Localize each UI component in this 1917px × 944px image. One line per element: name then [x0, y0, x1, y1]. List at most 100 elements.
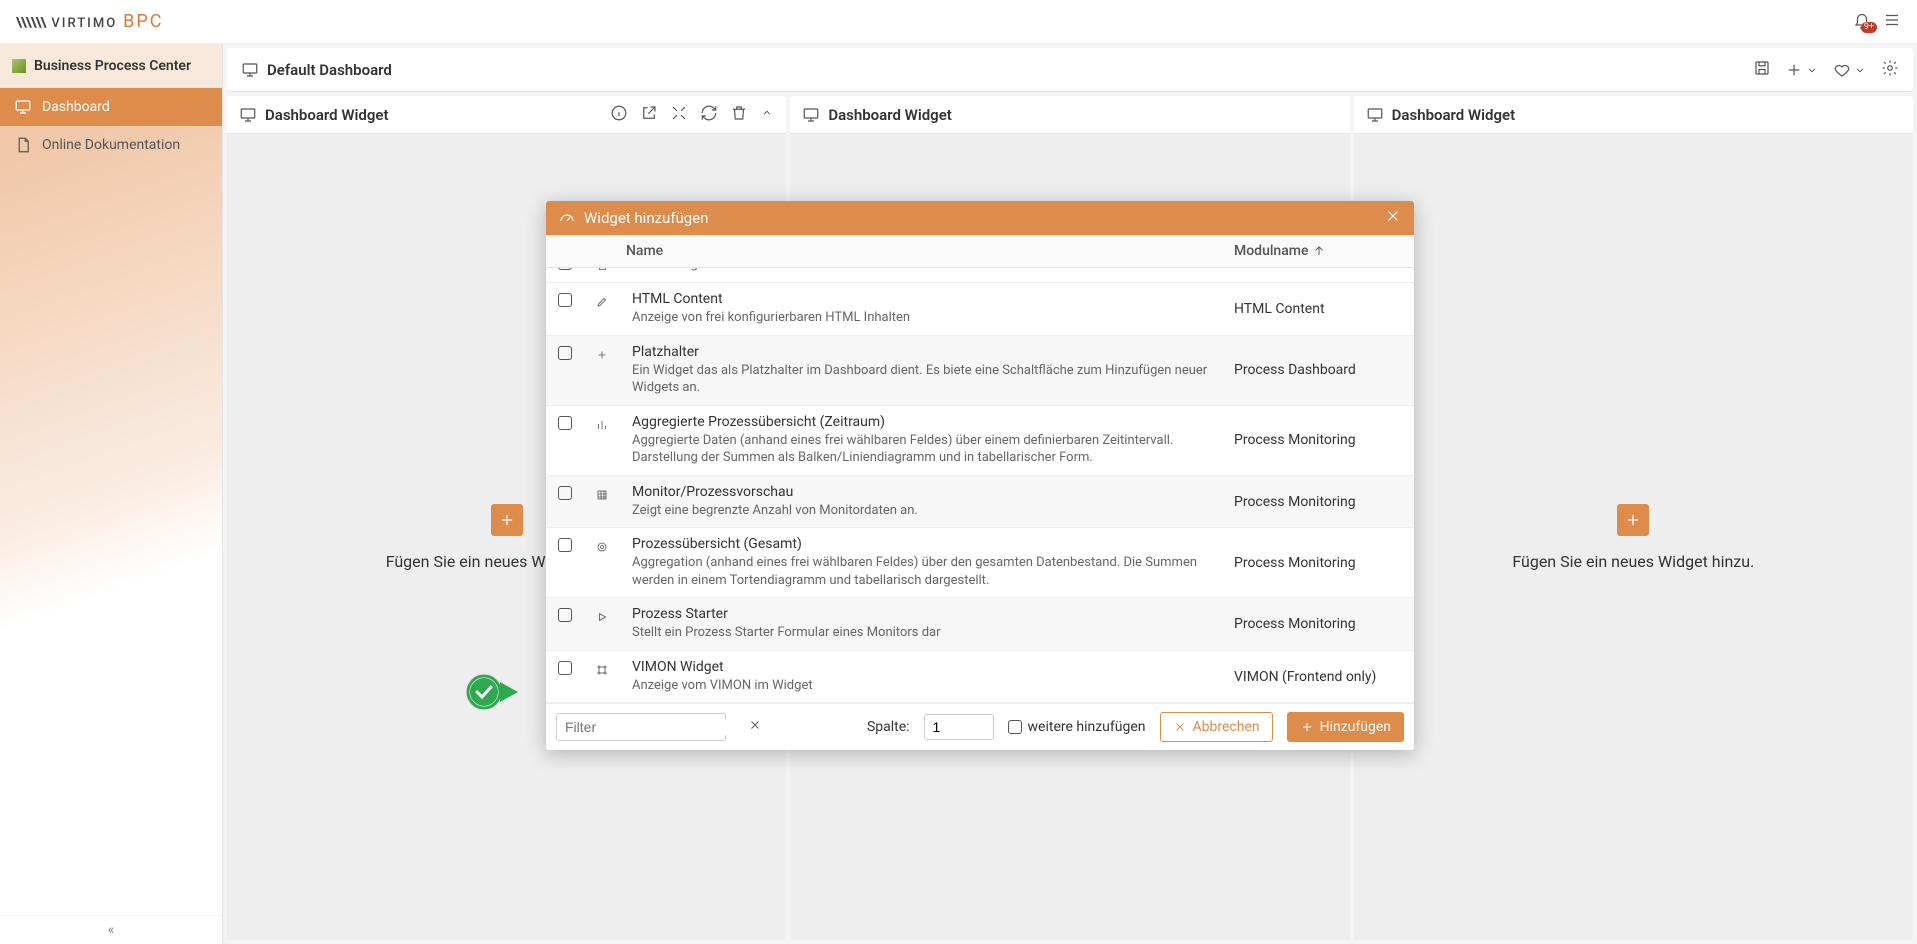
- row-name: Prozess Starter: [632, 606, 1210, 622]
- filter-input-wrap[interactable]: [556, 713, 726, 741]
- sidebar-item-dashboard[interactable]: Dashboard: [0, 88, 222, 126]
- sidebar-header[interactable]: Business Process Center: [0, 44, 222, 88]
- notification-badge: 9+: [1861, 22, 1877, 33]
- widget-column-3: Dashboard Widget Fügen Sie ein neues Wid…: [1354, 96, 1913, 940]
- filter-clear-button[interactable]: [746, 718, 764, 736]
- column-number-input[interactable]: [924, 714, 994, 740]
- monitor-icon: [802, 106, 820, 124]
- table-row[interactable]: VIMON Widget Anzeige vom VIMON im Widget…: [546, 651, 1414, 704]
- play-icon: [596, 608, 608, 626]
- table-row[interactable]: Monitor/Prozessvorschau Zeigt eine begre…: [546, 476, 1414, 529]
- add-dropdown[interactable]: [1785, 61, 1819, 79]
- row-checkbox[interactable]: [558, 538, 572, 552]
- row-module: Process Monitoring: [1222, 484, 1414, 520]
- sidebar-item-label: Online Dokumentation: [42, 137, 180, 153]
- chevron-down-icon: [1853, 63, 1867, 77]
- sidebar-collapse-button[interactable]: «: [0, 915, 222, 944]
- plus-icon: [1785, 61, 1803, 79]
- add-widget-modal: Widget hinzufügen Name Modulname: [546, 201, 1414, 750]
- monitor-icon: [1366, 106, 1384, 124]
- row-checkbox[interactable]: [558, 661, 572, 675]
- add-more-label: weitere hinzufügen: [1028, 719, 1146, 735]
- settings-button[interactable]: [1881, 59, 1899, 81]
- row-module: HTML Content: [1222, 291, 1414, 327]
- row-name: Platzhalter: [632, 344, 1210, 360]
- modal-close-button[interactable]: [1384, 207, 1402, 229]
- plus-icon: [1300, 720, 1314, 734]
- notifications-button[interactable]: 9+: [1853, 13, 1871, 31]
- grid-icon: [596, 486, 608, 504]
- add-more-checkbox[interactable]: [1008, 720, 1022, 734]
- sort-asc-icon: [1312, 244, 1326, 258]
- network-icon: [596, 661, 608, 679]
- filter-input[interactable]: [565, 719, 746, 735]
- info-icon: [610, 104, 628, 122]
- monitor-icon: [239, 106, 257, 124]
- row-name: Aggregierte Prozessübersicht (Zeitraum): [632, 414, 1210, 430]
- form-icon: [596, 268, 608, 274]
- row-name: VIMON Widget: [632, 659, 1210, 675]
- dashboard-title: Default Dashboard: [267, 61, 392, 79]
- save-icon: [1753, 59, 1771, 77]
- row-checkbox[interactable]: [558, 416, 572, 430]
- row-module: Process Monitoring: [1222, 414, 1414, 467]
- success-badge: [460, 668, 528, 716]
- close-icon: [748, 718, 762, 732]
- document-icon: [14, 136, 32, 154]
- table-row[interactable]: Prozessübersicht (Gesamt) Aggregation (a…: [546, 528, 1414, 598]
- plus-icon: [596, 346, 608, 364]
- delete-button[interactable]: [730, 104, 748, 126]
- row-module: Process Monitoring: [1222, 606, 1414, 642]
- save-button[interactable]: [1753, 59, 1771, 81]
- row-description: Aggregation (anhand eines frei wählbaren…: [632, 554, 1210, 589]
- widget-title: Dashboard Widget: [265, 106, 388, 124]
- plus-icon: [1624, 511, 1642, 529]
- table-row[interactable]: Darstellung eines Formulars im Dashboard: [546, 268, 1414, 283]
- chevron-down-icon: [1805, 63, 1819, 77]
- external-icon: [640, 104, 658, 122]
- row-name: Prozessübersicht (Gesamt): [632, 536, 1210, 552]
- row-module: Process Monitoring: [1222, 536, 1414, 589]
- view-icon: [596, 538, 608, 556]
- table-row[interactable]: Prozess Starter Stellt ein Prozess Start…: [546, 598, 1414, 651]
- row-module: [1222, 268, 1414, 274]
- row-description: Stellt ein Prozess Starter Formular eine…: [632, 624, 1210, 642]
- table-row[interactable]: HTML Content Anzeige von frei konfigurie…: [546, 283, 1414, 336]
- sidebar: Business Process Center Dashboard Online…: [0, 44, 223, 944]
- widget-title: Dashboard Widget: [828, 106, 951, 124]
- row-checkbox[interactable]: [558, 608, 572, 622]
- refresh-button[interactable]: [700, 104, 718, 126]
- expand-button[interactable]: [670, 104, 688, 126]
- column-header-module[interactable]: Modulname: [1222, 235, 1414, 267]
- row-checkbox[interactable]: [558, 293, 572, 307]
- column-header-name[interactable]: Name: [620, 235, 1222, 267]
- favorite-dropdown[interactable]: [1833, 61, 1867, 79]
- logo-text: VIRTIMO: [51, 16, 117, 31]
- row-checkbox[interactable]: [558, 486, 572, 500]
- menu-icon: [1883, 11, 1901, 29]
- menu-button[interactable]: [1883, 11, 1901, 33]
- close-icon: [1384, 207, 1402, 225]
- sidebar-item-docs[interactable]: Online Dokumentation: [0, 126, 222, 164]
- table-row[interactable]: Aggregierte Prozessübersicht (Zeitraum) …: [546, 406, 1414, 476]
- collapse-button[interactable]: [760, 106, 774, 124]
- add-widget-button[interactable]: [1617, 504, 1649, 536]
- trash-icon: [730, 104, 748, 122]
- widget-title: Dashboard Widget: [1392, 106, 1515, 124]
- placeholder-text: Fügen Sie ein neues Widget hinzu.: [1512, 552, 1754, 571]
- info-button[interactable]: [610, 104, 628, 126]
- modal-body[interactable]: Darstellung eines Formulars im Dashboard…: [546, 268, 1414, 703]
- cancel-button[interactable]: Abbrechen: [1160, 712, 1273, 742]
- add-more-checkbox-wrap[interactable]: weitere hinzufügen: [1008, 719, 1146, 735]
- column-label: Spalte:: [867, 719, 910, 735]
- row-checkbox[interactable]: [558, 346, 572, 360]
- close-icon: [1173, 720, 1187, 734]
- open-external-button[interactable]: [640, 104, 658, 126]
- row-name: HTML Content: [632, 291, 1210, 307]
- row-checkbox[interactable]: [558, 268, 572, 270]
- add-widget-button[interactable]: [491, 504, 523, 536]
- submit-button[interactable]: Hinzufügen: [1287, 712, 1404, 742]
- gear-icon: [1881, 59, 1899, 77]
- table-row[interactable]: Platzhalter Ein Widget das als Platzhalt…: [546, 336, 1414, 406]
- app-icon: [12, 59, 26, 73]
